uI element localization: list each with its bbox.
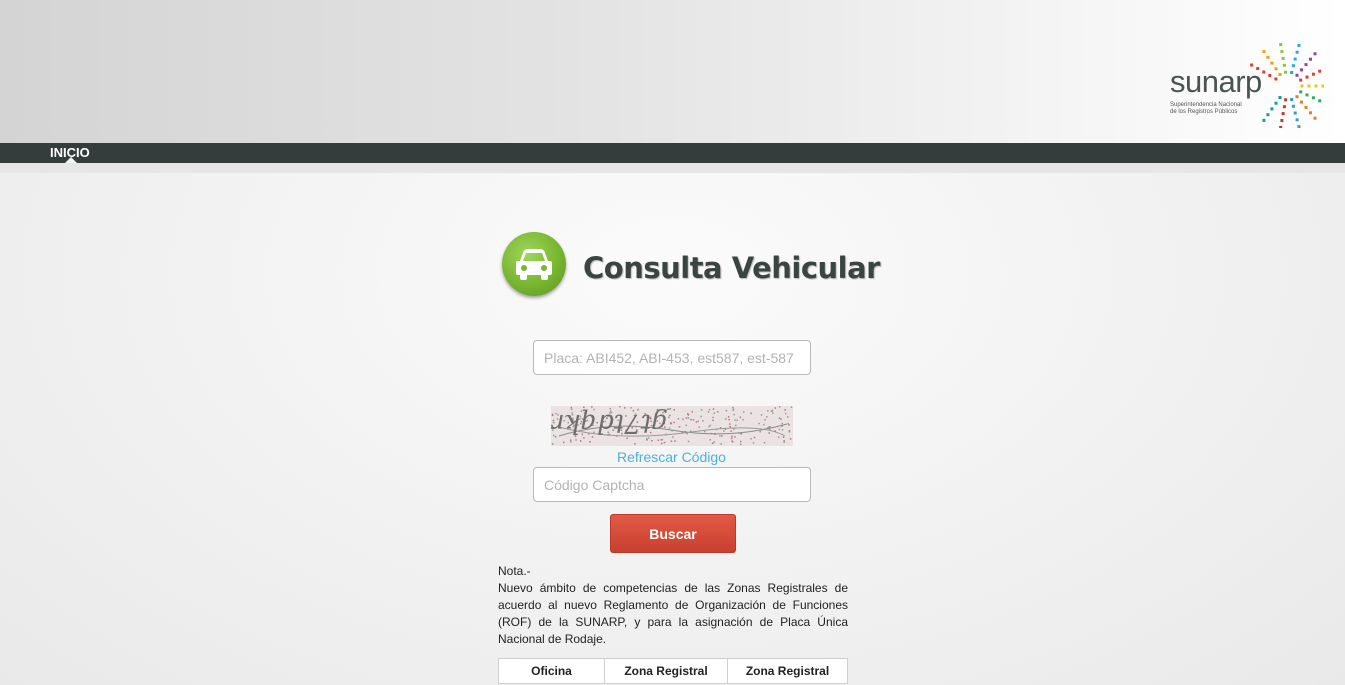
logo-tagline-line2: de los Registros Públicos: [1170, 109, 1238, 115]
nota-body: Nuevo ámbito de competencias de las Zona…: [498, 581, 848, 646]
logo-wordmark: sunarp: [1170, 64, 1262, 99]
refresh-captcha-link[interactable]: Refrescar Código: [617, 449, 726, 465]
captcha-text: gt7tdqkr: [551, 408, 668, 438]
sunarp-logo[interactable]: sunarp Superintendencia Nacional de los …: [1166, 38, 1326, 128]
placa-input[interactable]: [533, 340, 811, 375]
table-header-row: Oficina Zona Registral Zona Registral: [498, 658, 848, 684]
page-title: Consulta Vehicular: [583, 251, 881, 285]
nota-section: Nota.- Nuevo ámbito de competencias de l…: [498, 563, 848, 648]
car-badge: [502, 232, 566, 296]
captcha-input[interactable]: [533, 467, 811, 502]
search-button[interactable]: Buscar: [610, 514, 736, 553]
logo-tagline-line1: Superintendencia Nacional: [1170, 102, 1242, 108]
nota-title: Nota.-: [498, 564, 531, 578]
table-header-cell: Zona Registral: [727, 658, 848, 684]
nav-subbar: [0, 163, 1345, 173]
car-icon: [516, 249, 552, 280]
table-header-cell: Zona Registral: [604, 658, 728, 684]
zonas-table: Oficina Zona Registral Zona Registral: [498, 658, 848, 684]
header: sunarp Superintendencia Nacional de los …: [0, 0, 1345, 143]
captcha-image: gt7tdqkr: [551, 406, 793, 446]
nav-bar: INICIO: [0, 143, 1345, 163]
page-title-block: Consulta Vehicular: [502, 232, 881, 302]
table-header-cell: Oficina: [498, 658, 605, 684]
